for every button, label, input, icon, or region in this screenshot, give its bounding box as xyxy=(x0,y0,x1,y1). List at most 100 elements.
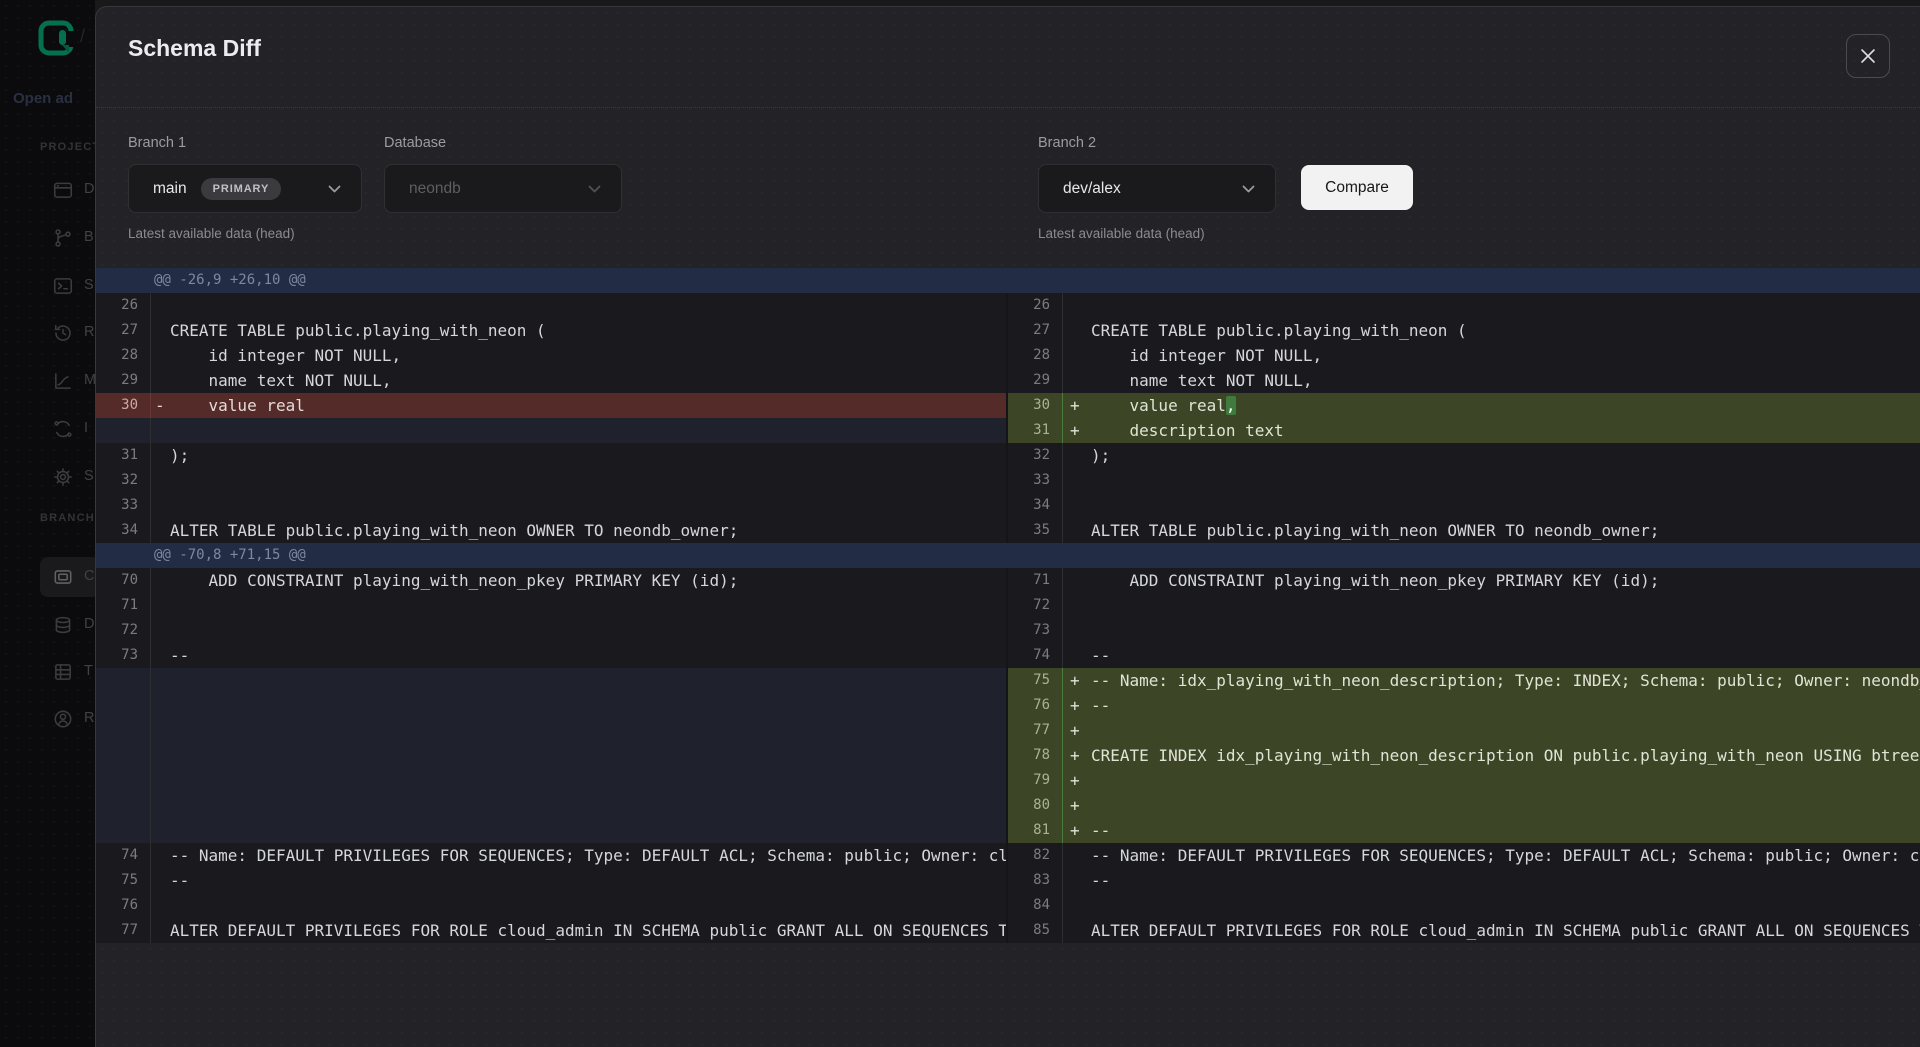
line-number: 82 xyxy=(1008,843,1063,868)
code-text: + value real, xyxy=(1063,393,1920,418)
line-number: 76 xyxy=(96,893,151,918)
sidebar-item-restore[interactable]: R xyxy=(0,313,95,353)
diff-line: 78+CREATE INDEX idx_playing_with_neon_de… xyxy=(1008,743,1920,768)
code-text: -- xyxy=(151,868,1006,893)
diff-line: 76+-- xyxy=(1008,693,1920,718)
hunk-header: @@ -70,8 +71,15 @@ xyxy=(96,543,1920,568)
line-number: 85 xyxy=(1008,918,1063,943)
diff-filler-row xyxy=(96,693,1006,718)
added-marker: + xyxy=(1070,793,1080,818)
code-text: +-- xyxy=(1063,693,1920,718)
code-text: -- xyxy=(151,643,1006,668)
added-marker: + xyxy=(1070,418,1080,443)
sidebar-item-branches[interactable]: B xyxy=(0,218,95,258)
diff-line: 79+ xyxy=(1008,768,1920,793)
code-text xyxy=(1063,618,1920,643)
diff-panel-right: 2627CREATE TABLE public.playing_with_neo… xyxy=(1008,293,1920,543)
diff-panel-left: 2627CREATE TABLE public.playing_with_neo… xyxy=(96,293,1006,543)
open-admin-link[interactable]: Open ad xyxy=(13,90,73,107)
diff-panel-right: 71 ADD CONSTRAINT playing_with_neon_pkey… xyxy=(1008,568,1920,943)
sidebar-item-tables[interactable]: T xyxy=(0,652,95,692)
code-text: +CREATE INDEX idx_playing_with_neon_desc… xyxy=(1063,743,1920,768)
line-number: 74 xyxy=(96,843,151,868)
code-text xyxy=(151,893,1006,918)
hunk-body: 70 ADD CONSTRAINT playing_with_neon_pkey… xyxy=(96,568,1920,943)
diff-filler-row xyxy=(96,418,1006,443)
line-number: 30 xyxy=(96,393,151,418)
line-number: 72 xyxy=(96,618,151,643)
code-text xyxy=(1063,893,1920,918)
diff-line: 71 xyxy=(96,593,1006,618)
sidebar-item-dashboard[interactable]: D xyxy=(0,170,95,210)
diff-line: 74-- xyxy=(1008,643,1920,668)
breadcrumb-slash: / xyxy=(80,26,85,47)
code-text: ALTER TABLE public.playing_with_neon OWN… xyxy=(151,518,1006,543)
gear-icon xyxy=(52,466,74,488)
close-icon xyxy=(1859,47,1877,65)
branch2-label: Branch 2 xyxy=(1038,135,1096,151)
roles-icon xyxy=(52,708,74,730)
databases-icon xyxy=(52,614,74,636)
added-marker: + xyxy=(1070,818,1080,843)
code-text: -- xyxy=(1063,868,1920,893)
line-number: 28 xyxy=(96,343,151,368)
code-text xyxy=(151,618,1006,643)
line-number: 74 xyxy=(1008,643,1063,668)
sidebar-item-databases[interactable]: D xyxy=(0,605,95,645)
diff-view: @@ -26,9 +26,10 @@2627CREATE TABLE publi… xyxy=(96,268,1920,943)
code-text: id integer NOT NULL, xyxy=(151,343,1006,368)
sidebar-item-integrations[interactable]: I xyxy=(0,409,95,449)
diff-line: 73-- xyxy=(96,643,1006,668)
sidebar-item-monitoring[interactable]: M xyxy=(0,361,95,401)
line-number xyxy=(96,718,151,743)
line-number: 78 xyxy=(1008,743,1063,768)
compare-button[interactable]: Compare xyxy=(1301,165,1413,210)
line-number: 79 xyxy=(1008,768,1063,793)
line-number: 32 xyxy=(96,468,151,493)
code-text: CREATE TABLE public.playing_with_neon ( xyxy=(151,318,1006,343)
diff-line: 75-- xyxy=(96,868,1006,893)
line-number: 26 xyxy=(96,293,151,318)
diff-line: 84 xyxy=(1008,893,1920,918)
code-text: +-- Name: idx_playing_with_neon_descript… xyxy=(1063,668,1920,693)
sidebar-item-settings[interactable]: S xyxy=(0,457,95,497)
line-number: 34 xyxy=(1008,493,1063,518)
diff-line: 27CREATE TABLE public.playing_with_neon … xyxy=(96,318,1006,343)
code-text: -- Name: DEFAULT PRIVILEGES FOR SEQUENCE… xyxy=(151,843,1006,868)
branches-icon xyxy=(52,227,74,249)
added-marker: + xyxy=(1070,668,1080,693)
line-number: 75 xyxy=(96,868,151,893)
branch2-select[interactable]: dev/alex xyxy=(1038,164,1276,213)
code-text: -- xyxy=(1063,643,1920,668)
chevron-down-icon xyxy=(328,185,341,193)
sidebar-item-sql-editor[interactable]: S xyxy=(0,266,95,306)
diff-line: 77+ xyxy=(1008,718,1920,743)
neon-logo[interactable] xyxy=(38,20,74,56)
code-text: ALTER TABLE public.playing_with_neon OWN… xyxy=(1063,518,1920,543)
code-text: +-- xyxy=(1063,818,1920,843)
header-divider xyxy=(96,107,1920,108)
sidebar-item-computes[interactable]: C xyxy=(0,557,95,597)
close-button[interactable] xyxy=(1846,34,1890,78)
diff-line: 75+-- Name: idx_playing_with_neon_descri… xyxy=(1008,668,1920,693)
line-number: 27 xyxy=(96,318,151,343)
database-select[interactable]: neondb xyxy=(384,164,622,213)
sidebar-item-roles[interactable]: R xyxy=(0,699,95,739)
diff-line: 80+ xyxy=(1008,793,1920,818)
dashboard-icon xyxy=(52,179,74,201)
sidebar: / Open ad PROJECT D B S R M I xyxy=(0,0,95,1047)
code-text: -- Name: DEFAULT PRIVILEGES FOR SEQUENCE… xyxy=(1063,843,1920,868)
code-text xyxy=(151,418,1006,443)
branch1-select[interactable]: main PRIMARY xyxy=(128,164,362,213)
code-text xyxy=(1063,593,1920,618)
code-text: + xyxy=(1063,768,1920,793)
line-number: 81 xyxy=(1008,818,1063,843)
code-text: ); xyxy=(151,443,1006,468)
line-number: 73 xyxy=(1008,618,1063,643)
diff-line: 74-- Name: DEFAULT PRIVILEGES FOR SEQUEN… xyxy=(96,843,1006,868)
hunk-header: @@ -26,9 +26,10 @@ xyxy=(96,268,1920,293)
line-number: 31 xyxy=(96,443,151,468)
diff-line: 30- value real xyxy=(96,393,1006,418)
diff-filler-row xyxy=(96,793,1006,818)
tables-icon xyxy=(52,661,74,683)
